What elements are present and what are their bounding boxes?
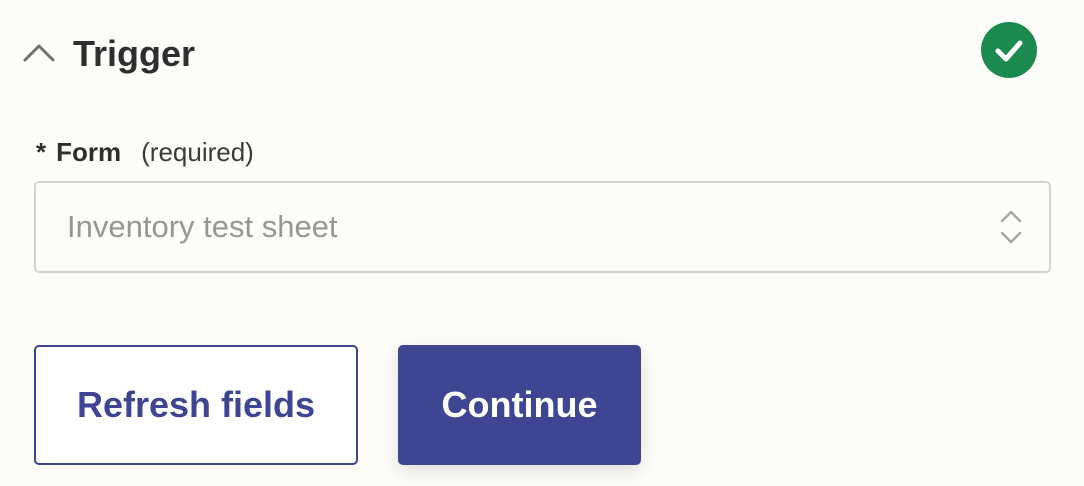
select-arrows-icon	[999, 209, 1023, 245]
required-asterisk: *	[36, 137, 47, 167]
form-field-label: * Form (required)	[36, 136, 254, 168]
chevron-up-icon[interactable]	[22, 36, 56, 70]
refresh-fields-button[interactable]: Refresh fields	[34, 345, 358, 465]
form-select[interactable]: Inventory test sheet	[34, 181, 1051, 273]
field-name: Form	[56, 137, 122, 167]
continue-button[interactable]: Continue	[398, 345, 641, 465]
required-note: (required)	[141, 137, 254, 167]
continue-label: Continue	[441, 384, 598, 425]
select-value: Inventory test sheet	[67, 209, 338, 244]
refresh-fields-label: Refresh fields	[76, 384, 316, 425]
check-circle-icon	[981, 22, 1037, 78]
section-title: Trigger	[73, 33, 196, 74]
trigger-section-header[interactable]: Trigger	[0, 0, 1084, 108]
